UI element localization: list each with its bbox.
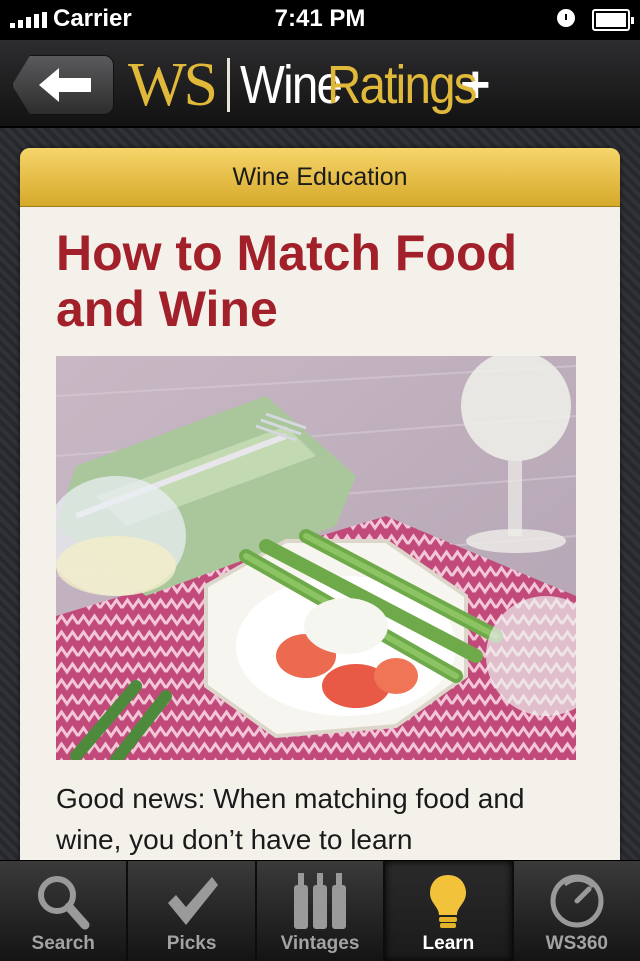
- tab-bar: Search Picks Vintages Learn WS360: [0, 860, 640, 961]
- article-body: Good news: When matching food and wine, …: [56, 783, 525, 855]
- gauge-icon: [550, 874, 604, 928]
- battery-icon: [592, 9, 634, 31]
- nav-bar: WS Wine Ratings +: [0, 40, 640, 128]
- article-photo: [56, 356, 576, 760]
- article-title: How to Match Food and Wine: [56, 225, 518, 337]
- logo-ratings: Ratings: [327, 55, 478, 115]
- clock-icon: [557, 9, 575, 27]
- app-logo: WS Wine Ratings +: [128, 50, 491, 120]
- search-icon: [38, 876, 90, 930]
- back-arrow-icon: [39, 68, 91, 102]
- logo-divider: [227, 58, 230, 112]
- checkmark-icon: [167, 877, 218, 925]
- tab-learn[interactable]: Learn: [385, 861, 514, 961]
- tab-search[interactable]: Search: [0, 861, 129, 961]
- tab-vintages-label: Vintages: [280, 933, 360, 954]
- status-bar: Carrier 7:41 PM: [0, 0, 640, 40]
- tab-picks-label: Picks: [166, 933, 217, 954]
- status-time: 7:41 PM: [274, 5, 366, 32]
- article-card[interactable]: Wine Education How to Match Food and Win…: [20, 148, 620, 908]
- tab-search-label: Search: [31, 933, 95, 954]
- section-header: Wine Education: [20, 148, 620, 207]
- bottles-icon: [294, 873, 347, 929]
- tab-learn-label: Learn: [422, 933, 475, 954]
- logo-ws: WS: [128, 51, 218, 119]
- back-button[interactable]: [12, 55, 114, 115]
- tab-vintages[interactable]: Vintages: [257, 861, 386, 961]
- tab-picks[interactable]: Picks: [128, 861, 257, 961]
- tab-ws360[interactable]: WS360: [514, 861, 640, 961]
- tab-ws360-label: WS360: [545, 933, 608, 954]
- lightbulb-icon: [430, 875, 467, 928]
